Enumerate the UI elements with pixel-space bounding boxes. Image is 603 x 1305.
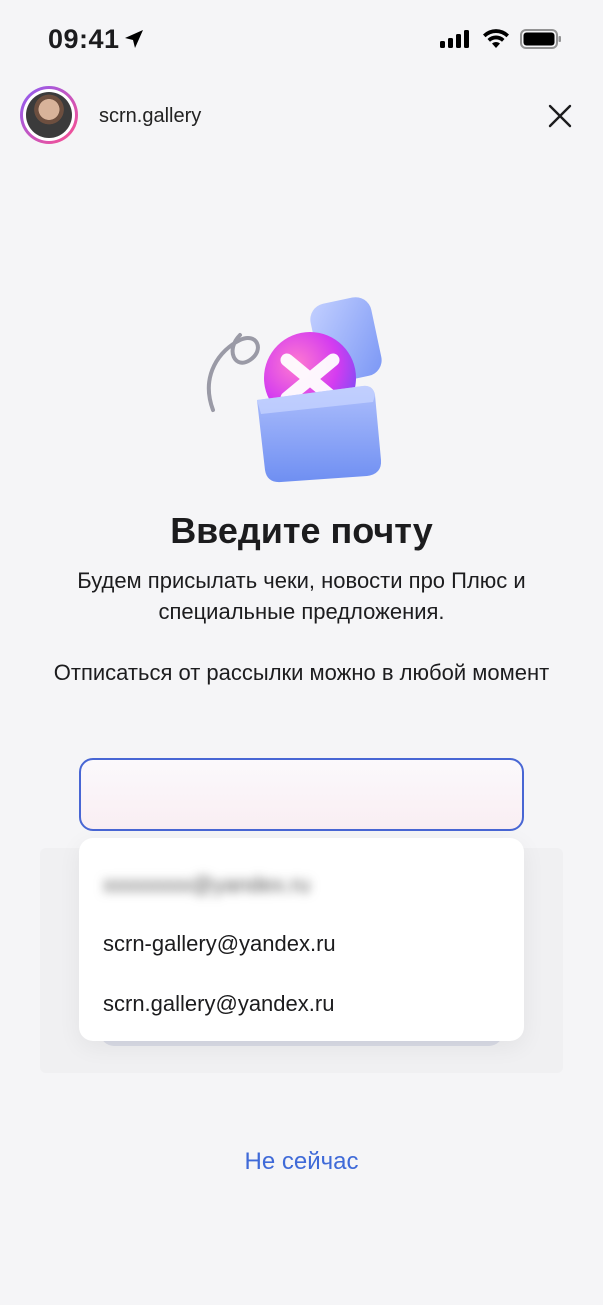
battery-icon bbox=[520, 29, 561, 49]
status-time: 09:41 bbox=[48, 24, 120, 54]
unsubscribe-note: Отписаться от рассылки можно в любой мом… bbox=[53, 660, 550, 685]
location-arrow-icon bbox=[125, 30, 143, 48]
email-suggestions-list: xxxxxxxx@yandex.ru scrn-gallery@yandex.r… bbox=[79, 838, 524, 1041]
status-bar: 09:41 bbox=[0, 0, 603, 80]
suggestion-item-hidden[interactable]: xxxxxxxx@yandex.ru bbox=[103, 872, 310, 898]
avatar[interactable] bbox=[20, 86, 78, 144]
not-now-button[interactable]: Не сейчас bbox=[0, 1148, 603, 1176]
subtitle-text: Будем присылать чеки, новости про Плюс и… bbox=[77, 568, 526, 624]
gift-box-illustration bbox=[206, 297, 382, 483]
account-username: scrn.gallery bbox=[99, 105, 202, 127]
close-icon[interactable] bbox=[544, 100, 576, 132]
avatar-photo bbox=[26, 92, 72, 138]
suggestion-item[interactable]: scrn-gallery@yandex.ru bbox=[103, 931, 336, 957]
page-title: Введите почту bbox=[170, 510, 433, 551]
wifi-icon bbox=[483, 29, 509, 48]
suggestion-item[interactable]: scrn.gallery@yandex.ru bbox=[103, 991, 334, 1017]
email-input[interactable] bbox=[79, 758, 524, 831]
avatar-ring bbox=[23, 89, 75, 141]
cellular-signal-icon bbox=[440, 30, 469, 48]
